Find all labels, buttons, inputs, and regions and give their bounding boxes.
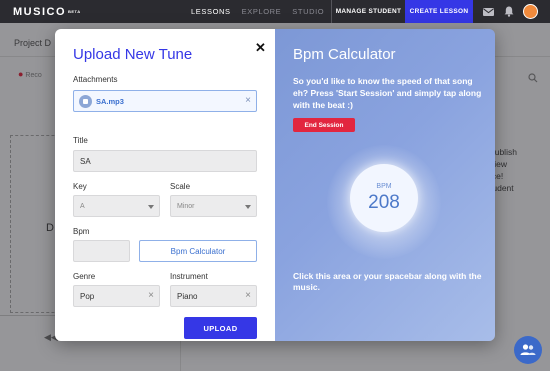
key-label: Key <box>73 182 87 191</box>
bpm-readout-value: 208 <box>368 192 400 213</box>
chevron-down-icon <box>245 205 251 209</box>
attachments-label: Attachments <box>73 75 118 84</box>
bpm-calculator-panel[interactable]: Bpm Calculator So you'd like to know the… <box>275 29 495 341</box>
calculator-hint: Click this area or your spacebar along w… <box>293 271 482 292</box>
calculator-title: Bpm Calculator <box>293 46 396 63</box>
attachment-item[interactable]: SA.mp3 × <box>73 90 257 112</box>
remove-attachment-icon[interactable]: × <box>245 95 251 106</box>
instrument-label: Instrument <box>170 272 208 281</box>
main-nav: LESSONS EXPLORE STUDIO <box>191 0 335 23</box>
bpm-calculator-button[interactable]: Bpm Calculator <box>139 240 257 262</box>
title-field[interactable]: SA <box>73 150 257 172</box>
bpm-readout-label: BPM <box>376 183 392 190</box>
calculator-description: So you'd like to know the speed of that … <box>293 76 482 110</box>
chevron-down-icon <box>148 205 154 209</box>
upload-tune-modal: Upload New Tune ✕ Attachments SA.mp3 × T… <box>55 29 495 341</box>
genre-select[interactable]: Pop × <box>73 285 160 307</box>
nav-studio[interactable]: STUDIO <box>292 7 324 16</box>
close-icon[interactable]: ✕ <box>255 40 266 56</box>
genre-label: Genre <box>73 272 96 281</box>
bpm-label: Bpm <box>73 227 90 236</box>
users-fab-button[interactable] <box>514 336 542 364</box>
instrument-select[interactable]: Piano × <box>170 285 257 307</box>
beta-badge: BETA <box>68 8 81 14</box>
logo-text: MUSICO <box>13 5 66 18</box>
bpm-tap-circle[interactable]: BPM 208 <box>350 164 418 232</box>
key-select[interactable]: A <box>73 195 160 217</box>
bell-icon[interactable] <box>502 0 516 23</box>
mail-icon[interactable] <box>481 0 495 23</box>
clear-genre-icon[interactable]: × <box>148 290 154 301</box>
attachment-filename: SA.mp3 <box>96 97 124 106</box>
title-value: SA <box>80 157 91 166</box>
upload-button[interactable]: UPLOAD <box>184 317 257 339</box>
end-session-button[interactable]: End Session <box>293 118 355 132</box>
scale-select[interactable]: Minor <box>170 195 257 217</box>
stop-icon[interactable] <box>79 95 92 108</box>
user-avatar[interactable] <box>523 4 538 19</box>
create-lesson-button[interactable]: CREATE LESSON <box>405 0 473 23</box>
app-logo[interactable]: MUSICO BETA <box>13 6 81 18</box>
scale-label: Scale <box>170 182 191 191</box>
bpm-field[interactable] <box>73 240 130 262</box>
nav-lessons[interactable]: LESSONS <box>191 7 231 16</box>
scale-value: Minor <box>177 203 195 210</box>
top-nav-bar: MUSICO BETA LESSONS EXPLORE STUDIO MANAGE… <box>0 0 550 23</box>
instrument-value: Piano <box>177 292 198 301</box>
nav-explore[interactable]: EXPLORE <box>242 7 282 16</box>
upload-form-panel: Upload New Tune ✕ Attachments SA.mp3 × T… <box>55 29 275 341</box>
users-icon <box>520 344 536 355</box>
modal-title: Upload New Tune <box>73 46 193 63</box>
key-value: A <box>80 203 85 210</box>
clear-instrument-icon[interactable]: × <box>245 290 251 301</box>
genre-value: Pop <box>80 292 95 301</box>
manage-student-button[interactable]: MANAGE STUDENT <box>332 0 405 23</box>
title-label: Title <box>73 136 88 145</box>
